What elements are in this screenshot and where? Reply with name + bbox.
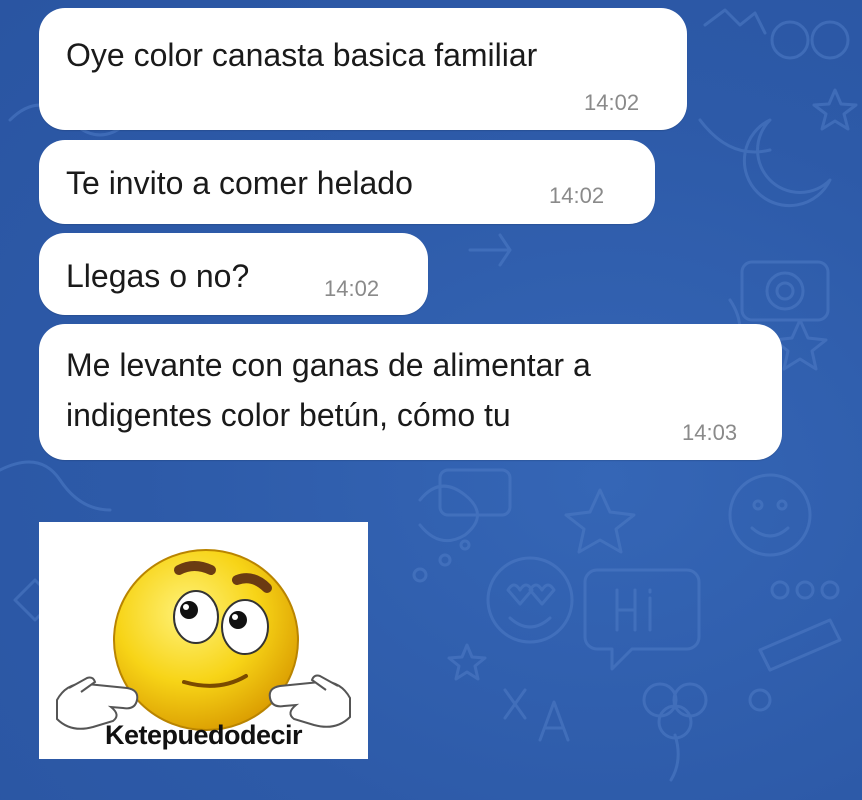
message-bubble[interactable]: Llegas o no? 14:02 <box>39 233 428 315</box>
sticker-message[interactable]: Ketepuedodecir <box>39 522 368 759</box>
message-text: Te invito a comer helado <box>66 165 413 201</box>
message-timestamp: 14:02 <box>549 183 605 208</box>
message-timestamp: 14:03 <box>682 420 738 445</box>
message-timestamp: 14:02 <box>324 276 380 301</box>
message-bubble[interactable]: Oye color canasta basica familiar 14:02 <box>39 8 687 130</box>
message-bubble[interactable]: Me levante con ganas de alimentar a indi… <box>39 324 782 460</box>
message-text-line: indigentes color betún, cómo tu <box>66 397 511 433</box>
message-bubble[interactable]: Te invito a comer helado 14:02 <box>39 140 655 224</box>
sticker-caption: Ketepuedodecir <box>104 720 303 750</box>
message-text: Oye color canasta basica familiar <box>66 37 538 73</box>
message-text: Llegas o no? <box>66 258 250 294</box>
message-timestamp: 14:02 <box>584 90 640 115</box>
message-text-line: Me levante con ganas de alimentar a <box>66 347 591 383</box>
